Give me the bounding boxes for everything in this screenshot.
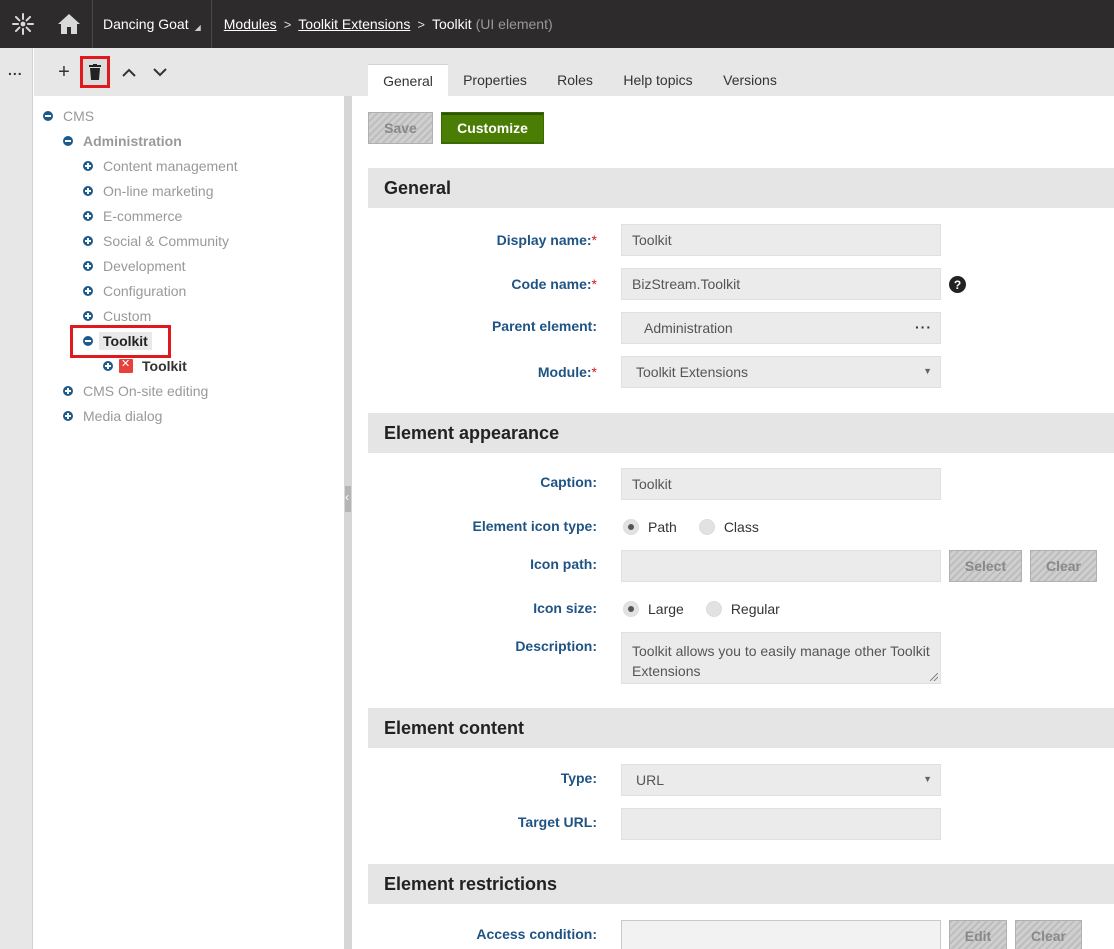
- target-url-label: Target URL:: [517, 814, 597, 830]
- code-name-label: Code name:*: [511, 276, 597, 292]
- expand-icon[interactable]: [83, 186, 93, 196]
- more-icon[interactable]: ···: [915, 319, 932, 335]
- tree-node-cms[interactable]: CMS: [43, 106, 94, 126]
- expand-icon[interactable]: [63, 386, 73, 396]
- tree-node-online-marketing[interactable]: On-line marketing: [83, 181, 214, 201]
- tree-node-ecommerce[interactable]: E-commerce: [83, 206, 182, 226]
- section-element-appearance: Element appearance: [368, 413, 1114, 453]
- kentico-logo-icon[interactable]: [0, 0, 45, 48]
- target-url-input[interactable]: [621, 808, 941, 840]
- chevron-right-icon: >: [417, 16, 425, 32]
- icon-type-label: Element icon type:: [472, 518, 597, 534]
- tab-versions[interactable]: Versions: [714, 64, 786, 96]
- site-name: Dancing Goat: [103, 16, 189, 32]
- delete-icon[interactable]: [80, 56, 110, 88]
- ui-element-icon: [119, 357, 133, 373]
- chevron-right-icon: >: [283, 16, 292, 32]
- type-label: Type:: [560, 770, 597, 786]
- tree-node-configuration[interactable]: Configuration: [83, 281, 186, 301]
- icon-path-select-button[interactable]: Select: [949, 550, 1022, 582]
- breadcrumb: Modules > Toolkit Extensions > Toolkit (…: [212, 16, 553, 32]
- parent-element-selector[interactable]: Administration ···: [621, 312, 941, 344]
- icon-path-clear-button[interactable]: Clear: [1030, 550, 1097, 582]
- customize-button[interactable]: Customize: [441, 112, 544, 144]
- tab-roles[interactable]: Roles: [544, 64, 606, 96]
- add-icon[interactable]: +: [50, 58, 78, 86]
- radio-path[interactable]: [623, 519, 639, 535]
- help-icon[interactable]: ?: [949, 276, 966, 293]
- dropdown-arrow-icon: ▼: [923, 774, 932, 784]
- home-icon[interactable]: [45, 0, 93, 48]
- section-element-restrictions: Element restrictions: [368, 864, 1114, 904]
- icon-size-radios: Large Regular: [623, 601, 780, 617]
- breadcrumb-suffix: (UI element): [475, 16, 553, 32]
- type-select[interactable]: URL ▼: [621, 764, 941, 796]
- caret-icon: ◢: [194, 22, 201, 32]
- icon-path-label: Icon path:: [530, 556, 597, 572]
- expand-icon[interactable]: [83, 161, 93, 171]
- tree-node-custom[interactable]: Custom: [83, 306, 151, 326]
- access-condition-input[interactable]: [621, 920, 941, 949]
- icon-size-label: Icon size:: [533, 600, 597, 616]
- main-content: Save Customize General Display name:* To…: [352, 96, 1114, 949]
- radio-class[interactable]: [698, 519, 715, 535]
- access-condition-clear-button[interactable]: Clear: [1015, 920, 1082, 949]
- expand-icon[interactable]: [83, 236, 93, 246]
- tabs-bar: General Properties Roles Help topics Ver…: [344, 48, 1114, 96]
- tree-toolbar: +: [34, 48, 344, 96]
- caption-input[interactable]: Toolkit: [621, 468, 941, 500]
- resize-handle-icon[interactable]: [930, 673, 938, 681]
- collapse-icon[interactable]: [63, 136, 73, 146]
- expand-icon[interactable]: [83, 211, 93, 221]
- display-name-input[interactable]: Toolkit: [621, 224, 941, 256]
- tree-node-development[interactable]: Development: [83, 256, 186, 276]
- breadcrumb-modules[interactable]: Modules: [224, 16, 277, 32]
- move-down-icon[interactable]: [146, 58, 174, 86]
- expand-icon[interactable]: [83, 286, 93, 296]
- collapse-panel-icon[interactable]: [345, 486, 351, 512]
- section-element-content: Element content: [368, 708, 1114, 748]
- tab-help-topics[interactable]: Help topics: [612, 64, 704, 96]
- tab-general[interactable]: General: [368, 64, 448, 96]
- tree-node-social-community[interactable]: Social & Community: [83, 231, 229, 251]
- access-condition-label: Access condition:: [476, 926, 597, 942]
- left-strip: ...: [0, 48, 33, 949]
- dropdown-arrow-icon: ▼: [923, 366, 932, 376]
- panel-splitter[interactable]: [344, 96, 352, 949]
- expand-icon[interactable]: [103, 361, 113, 371]
- code-name-input[interactable]: BizStream.Toolkit: [621, 268, 941, 300]
- module-select[interactable]: Toolkit Extensions ▼: [621, 356, 941, 388]
- description-label: Description:: [515, 638, 597, 654]
- module-label: Module:*: [537, 364, 597, 380]
- caption-label: Caption:: [540, 474, 597, 490]
- tree-node-toolkit-child[interactable]: Toolkit: [103, 356, 187, 376]
- section-general: General: [368, 168, 1114, 208]
- site-selector[interactable]: Dancing Goat ◢: [93, 0, 212, 48]
- parent-element-label: Parent element:: [491, 318, 597, 334]
- save-button[interactable]: Save: [368, 112, 433, 144]
- more-icon[interactable]: ...: [8, 62, 23, 78]
- tree-node-administration[interactable]: Administration: [63, 131, 182, 151]
- radio-regular[interactable]: [705, 601, 722, 617]
- expand-icon[interactable]: [63, 411, 73, 421]
- tree-node-media-dialog[interactable]: Media dialog: [63, 406, 162, 426]
- collapse-icon[interactable]: [43, 111, 53, 121]
- display-name-label: Display name:*: [496, 232, 597, 248]
- icon-path-input[interactable]: [621, 550, 941, 582]
- radio-large[interactable]: [623, 601, 639, 617]
- move-up-icon[interactable]: [115, 58, 143, 86]
- expand-icon[interactable]: [83, 261, 93, 271]
- expand-icon[interactable]: [83, 311, 93, 321]
- icon-type-radios: Path Class: [623, 519, 759, 535]
- selection-highlight: [70, 325, 171, 358]
- top-bar: Dancing Goat ◢ Modules > Toolkit Extensi…: [0, 0, 1114, 48]
- description-textarea[interactable]: Toolkit allows you to easily manage othe…: [621, 632, 941, 684]
- tree-panel: + CMS Administration Content management …: [34, 48, 344, 949]
- tree-node-content-management[interactable]: Content management: [83, 156, 238, 176]
- breadcrumb-toolkit-extensions[interactable]: Toolkit Extensions: [298, 16, 410, 32]
- breadcrumb-current: Toolkit: [431, 16, 472, 32]
- access-condition-edit-button[interactable]: Edit: [949, 920, 1007, 949]
- tab-properties[interactable]: Properties: [452, 64, 538, 96]
- tree-node-cms-onsite-editing[interactable]: CMS On-site editing: [63, 381, 208, 401]
